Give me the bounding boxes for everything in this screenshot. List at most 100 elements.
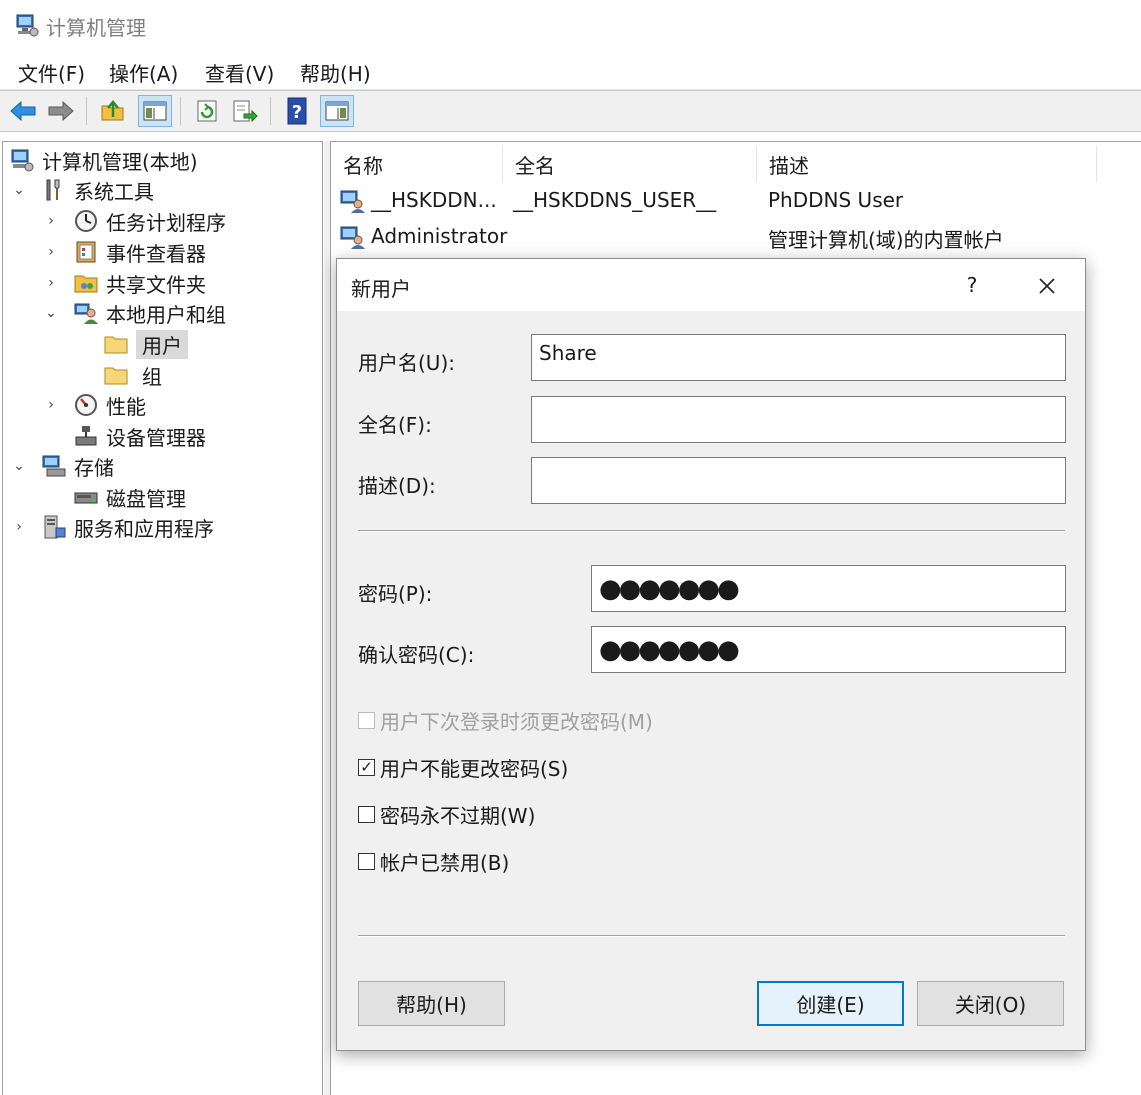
device-manager-icon [75, 426, 97, 446]
username-label: 用户名(U): [358, 351, 455, 375]
tree-label: 性能 [106, 394, 146, 419]
users-group-icon [74, 303, 98, 324]
column-header-description[interactable]: 描述 [757, 146, 1097, 182]
help-button[interactable]: 帮助(H) [358, 981, 505, 1026]
chevron-right-icon[interactable]: › [43, 244, 59, 260]
show-hide-tree-button[interactable] [138, 95, 172, 127]
toolbar: ? [0, 90, 1141, 132]
dialog-title: 新用户 [351, 277, 411, 301]
clock-icon [75, 210, 97, 232]
tree-item-services-applications[interactable]: › 服务和应用程序 [11, 512, 214, 542]
checkbox-label: 用户下次登录时须更改密码(M) [380, 709, 653, 734]
dialog-close-button[interactable] [1027, 269, 1067, 301]
export-list-button[interactable] [228, 95, 262, 127]
list-item[interactable]: Administrator 管理计算机(域)的内置帐户 [339, 220, 1119, 254]
tree-item-task-scheduler[interactable]: › 任务计划程序 [43, 206, 226, 236]
chevron-right-icon[interactable]: › [43, 275, 59, 291]
menu-action[interactable]: 操作(A) [109, 58, 178, 87]
password-field[interactable]: ●●●●●●● [591, 565, 1066, 612]
storage-icon [42, 455, 66, 477]
chevron-down-icon[interactable]: ⌄ [43, 305, 59, 321]
show-hide-tree-icon [143, 101, 167, 121]
dialog-help-icon[interactable]: ? [952, 269, 992, 301]
tree-label: 组 [142, 364, 162, 389]
chevron-right-icon[interactable]: › [43, 213, 59, 229]
tree-label: 服务和应用程序 [74, 516, 214, 541]
chevron-down-icon[interactable]: ⌄ [11, 458, 27, 474]
show-action-pane-icon [325, 101, 349, 121]
close-icon [1039, 277, 1055, 294]
tree-item-groups[interactable]: 组 [103, 360, 162, 390]
tree-item-performance[interactable]: › 性能 [43, 390, 146, 420]
event-log-icon [76, 241, 96, 263]
create-button[interactable]: 创建(E) [757, 981, 904, 1026]
password-never-expires-checkbox[interactable]: 密码永不过期(W) [358, 800, 535, 828]
up-folder-icon [101, 100, 124, 121]
column-header-fullname[interactable]: 全名 [503, 146, 757, 182]
back-arrow-icon [10, 100, 36, 122]
tree-item-computer-management[interactable]: 计算机管理(本地) [9, 145, 198, 175]
tree-item-users[interactable]: 用户 [103, 329, 188, 359]
column-header-name[interactable]: 名称 [331, 146, 503, 182]
username-field[interactable]: Share [531, 334, 1066, 381]
show-action-pane-button[interactable] [320, 95, 354, 127]
tree-item-system-tools[interactable]: ⌄ 系统工具 [11, 175, 154, 205]
tree-item-local-users-groups[interactable]: ⌄ 本地用户和组 [43, 298, 226, 328]
password-mask: ●●●●●●● [599, 574, 740, 604]
tree-item-disk-management[interactable]: 磁盘管理 [73, 482, 186, 512]
password-label: 密码(P): [358, 582, 433, 606]
help-button[interactable]: ? [280, 95, 314, 127]
chevron-down-icon[interactable]: ⌄ [11, 182, 27, 198]
fullname-label: 全名(F): [358, 413, 432, 437]
password-mask: ●●●●●●● [599, 635, 740, 665]
checkbox-box [358, 805, 375, 823]
close-button[interactable]: 关闭(O) [917, 981, 1064, 1026]
fullname-field[interactable] [531, 396, 1066, 443]
tree-label: 磁盘管理 [106, 486, 186, 511]
up-level-button[interactable] [96, 95, 130, 127]
forward-button[interactable] [44, 95, 78, 127]
user-description: 管理计算机(域)的内置帐户 [768, 228, 1004, 252]
menu-bar: 文件(F) 操作(A) 查看(V) 帮助(H) [0, 50, 1141, 90]
new-user-dialog: 新用户 ? 用户名(U): Share 全名(F): 描述(D): 密码(P):… [336, 258, 1086, 1051]
refresh-button[interactable] [190, 95, 224, 127]
refresh-icon [197, 100, 217, 122]
checkbox-box [358, 711, 375, 729]
navigation-tree: 计算机管理(本地) ⌄ 系统工具 › 任务计划程序 › 事件查看器 › 共享文件… [2, 141, 323, 1095]
confirm-password-field[interactable]: ●●●●●●● [591, 626, 1066, 673]
tree-label: 用户 [136, 329, 188, 359]
user-name: Administrator [371, 224, 508, 248]
account-disabled-checkbox[interactable]: 帐户已禁用(B) [358, 847, 509, 875]
tree-label: 任务计划程序 [106, 210, 226, 235]
checkbox-label: 帐户已禁用(B) [380, 850, 510, 875]
computer-management-icon [16, 14, 39, 37]
tree-item-storage[interactable]: ⌄ 存储 [11, 451, 114, 481]
tree-item-event-viewer[interactable]: › 事件查看器 [43, 237, 206, 267]
chevron-right-icon[interactable]: › [11, 519, 27, 535]
tree-item-device-manager[interactable]: 设备管理器 [73, 421, 206, 451]
back-button[interactable] [6, 95, 40, 127]
svg-text:?: ? [292, 102, 302, 123]
toolbar-separator [180, 97, 181, 125]
tree-label: 设备管理器 [106, 425, 206, 450]
tree-label: 存储 [74, 455, 114, 480]
tree-item-shared-folders[interactable]: › 共享文件夹 [43, 268, 206, 298]
list-item[interactable]: __HSKDDN... __HSKDDNS_USER__ PhDDNS User [339, 184, 1119, 218]
system-tools-icon [46, 179, 60, 201]
menu-help[interactable]: 帮助(H) [300, 58, 371, 87]
confirm-password-label: 确认密码(C): [358, 643, 475, 667]
folder-icon [104, 367, 128, 385]
help-icon: ? [287, 97, 307, 125]
description-field[interactable] [531, 457, 1066, 504]
disk-icon [74, 492, 98, 504]
checkbox-label: 密码永不过期(W) [380, 803, 536, 828]
dialog-titlebar: 新用户 ? [337, 259, 1085, 311]
tree-label: 共享文件夹 [106, 272, 206, 297]
user-name: __HSKDDN... [371, 188, 497, 212]
must-change-password-checkbox: 用户下次登录时须更改密码(M) [358, 706, 653, 734]
menu-view[interactable]: 查看(V) [205, 58, 274, 87]
computer-management-icon [11, 149, 34, 172]
cannot-change-password-checkbox[interactable]: ✓ 用户不能更改密码(S) [358, 753, 568, 781]
chevron-right-icon[interactable]: › [43, 397, 59, 413]
menu-file[interactable]: 文件(F) [18, 58, 85, 87]
